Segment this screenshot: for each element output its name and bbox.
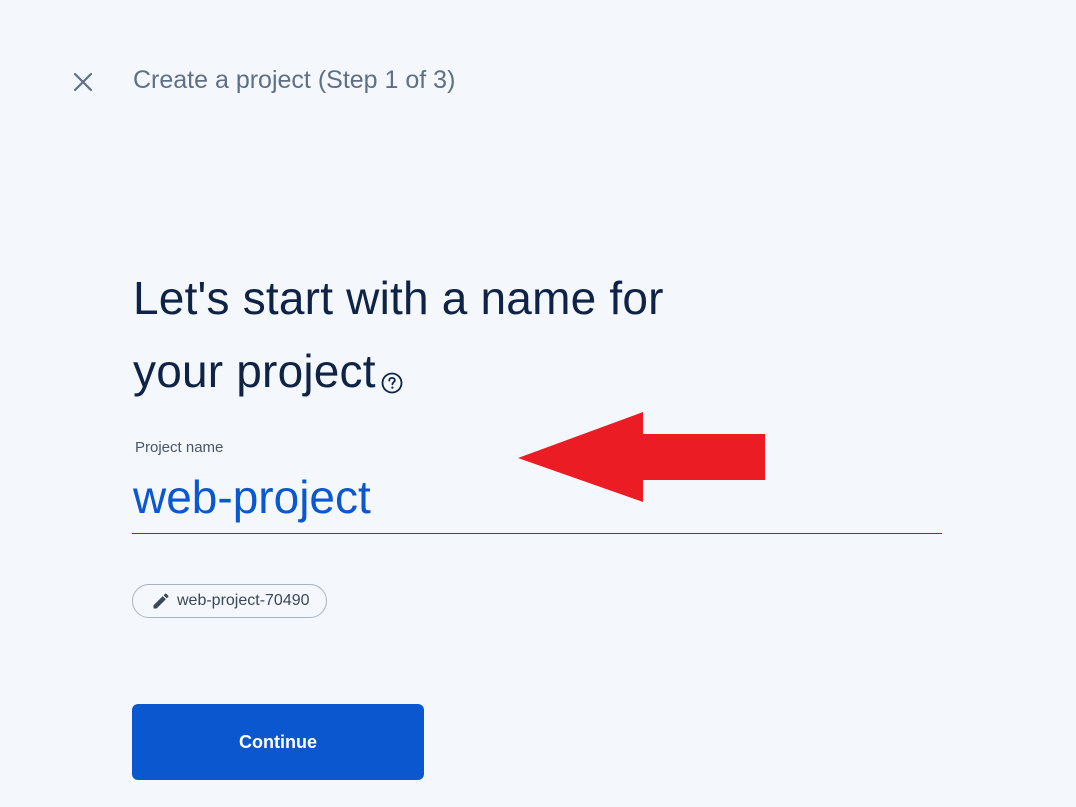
close-icon — [73, 72, 93, 92]
create-project-page: Create a project (Step 1 of 3) Let's sta… — [0, 0, 1076, 807]
close-button[interactable] — [68, 67, 98, 97]
pencil-icon — [153, 593, 169, 609]
continue-button[interactable]: Continue — [132, 704, 424, 780]
heading-line-2: your project — [133, 345, 376, 397]
project-name-label: Project name — [135, 439, 224, 456]
project-name-underline — [132, 533, 942, 534]
project-id-label: web-project-70490 — [177, 592, 310, 609]
heading-line-1: Let's start with a name for — [133, 272, 664, 324]
main-heading: Let's start with a name for your project — [133, 262, 853, 408]
red-arrow-annotation — [518, 412, 765, 502]
help-circle-icon[interactable] — [380, 343, 404, 394]
page-title: Create a project (Step 1 of 3) — [133, 66, 456, 94]
project-id-chip[interactable]: web-project-70490 — [132, 584, 327, 618]
